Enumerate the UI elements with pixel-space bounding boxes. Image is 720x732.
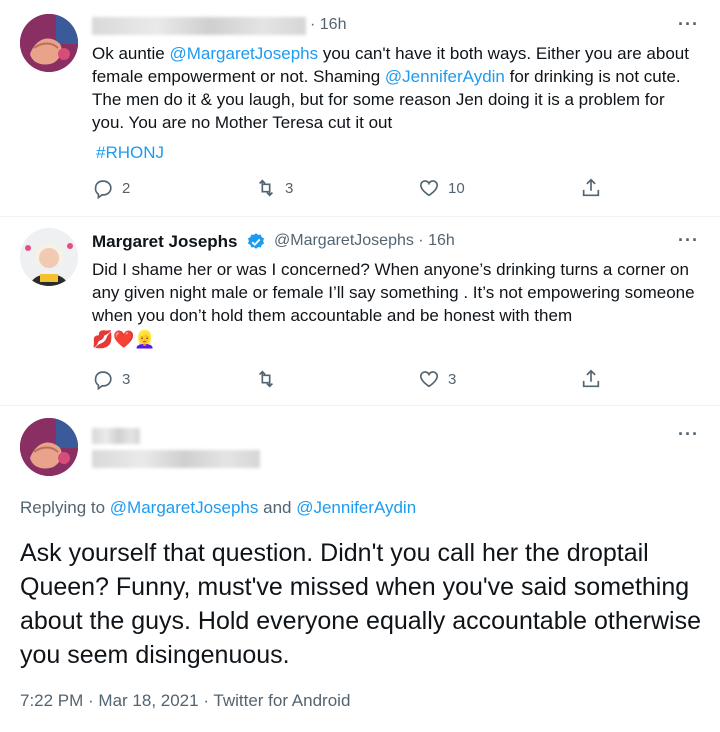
more-icon[interactable]: ··· (678, 424, 699, 445)
share-icon (582, 369, 600, 388)
reply-count: 2 (122, 179, 131, 197)
retweet-count: 3 (285, 179, 294, 197)
reply-button[interactable]: 3 (92, 368, 130, 390)
replying-to: Replying to @MargaretJosephs and @Jennif… (20, 498, 417, 517)
like-count: 10 (448, 179, 465, 197)
hashtag-link[interactable]: #RHONJ (96, 141, 164, 164)
username-blurred (92, 17, 306, 35)
reply-icon (94, 180, 112, 199)
retweet-icon (258, 370, 274, 388)
tweet1-text: Ok auntie @MargaretJosephs you can't hav… (92, 44, 689, 132)
tweet2-emojis: 💋❤️👱‍♀️ (92, 330, 156, 349)
avatar-user1[interactable] (20, 418, 78, 476)
share-button[interactable] (580, 368, 602, 390)
display-name-blurred (92, 428, 140, 444)
avatar-user1[interactable] (20, 14, 78, 72)
like-button[interactable]: 3 (418, 368, 456, 390)
retweet-button[interactable] (255, 368, 277, 390)
reply-mention-jennifer[interactable]: @JenniferAydin (296, 498, 416, 517)
tweet1-time[interactable]: · 16h (310, 16, 346, 34)
share-icon (582, 178, 600, 197)
divider (0, 216, 720, 217)
tweet2-text: Did I shame her or was I concerned? When… (92, 260, 695, 325)
reply-button[interactable]: 2 (92, 177, 130, 199)
handle-blurred (92, 450, 260, 468)
author-name[interactable]: Margaret Josephs (92, 232, 238, 252)
like-button[interactable]: 10 (418, 177, 465, 199)
more-icon[interactable]: ··· (678, 14, 699, 35)
verified-badge-icon (248, 233, 264, 249)
heart-icon (419, 371, 439, 388)
avatar-margaret[interactable] (20, 228, 78, 286)
reply-icon (94, 371, 112, 390)
author-handle-time[interactable]: @MargaretJosephs · 16h (274, 232, 455, 250)
tweet3-text: Ask yourself that question. Didn't you c… (20, 539, 701, 669)
tweet3-timestamp[interactable]: 7:22 PM · Mar 18, 2021 · Twitter for And… (20, 691, 350, 711)
like-count: 3 (448, 370, 457, 388)
mention-jennifer[interactable]: @JenniferAydin (385, 67, 505, 86)
retweet-icon (258, 179, 274, 197)
share-button[interactable] (580, 177, 602, 199)
reply-count: 3 (122, 370, 131, 388)
reply-mention-margaret[interactable]: @MargaretJosephs (110, 498, 259, 517)
retweet-button[interactable]: 3 (255, 177, 293, 199)
more-icon[interactable]: ··· (678, 230, 699, 251)
mention-margaret[interactable]: @MargaretJosephs (170, 44, 319, 63)
divider (0, 405, 720, 406)
heart-icon (419, 180, 439, 197)
